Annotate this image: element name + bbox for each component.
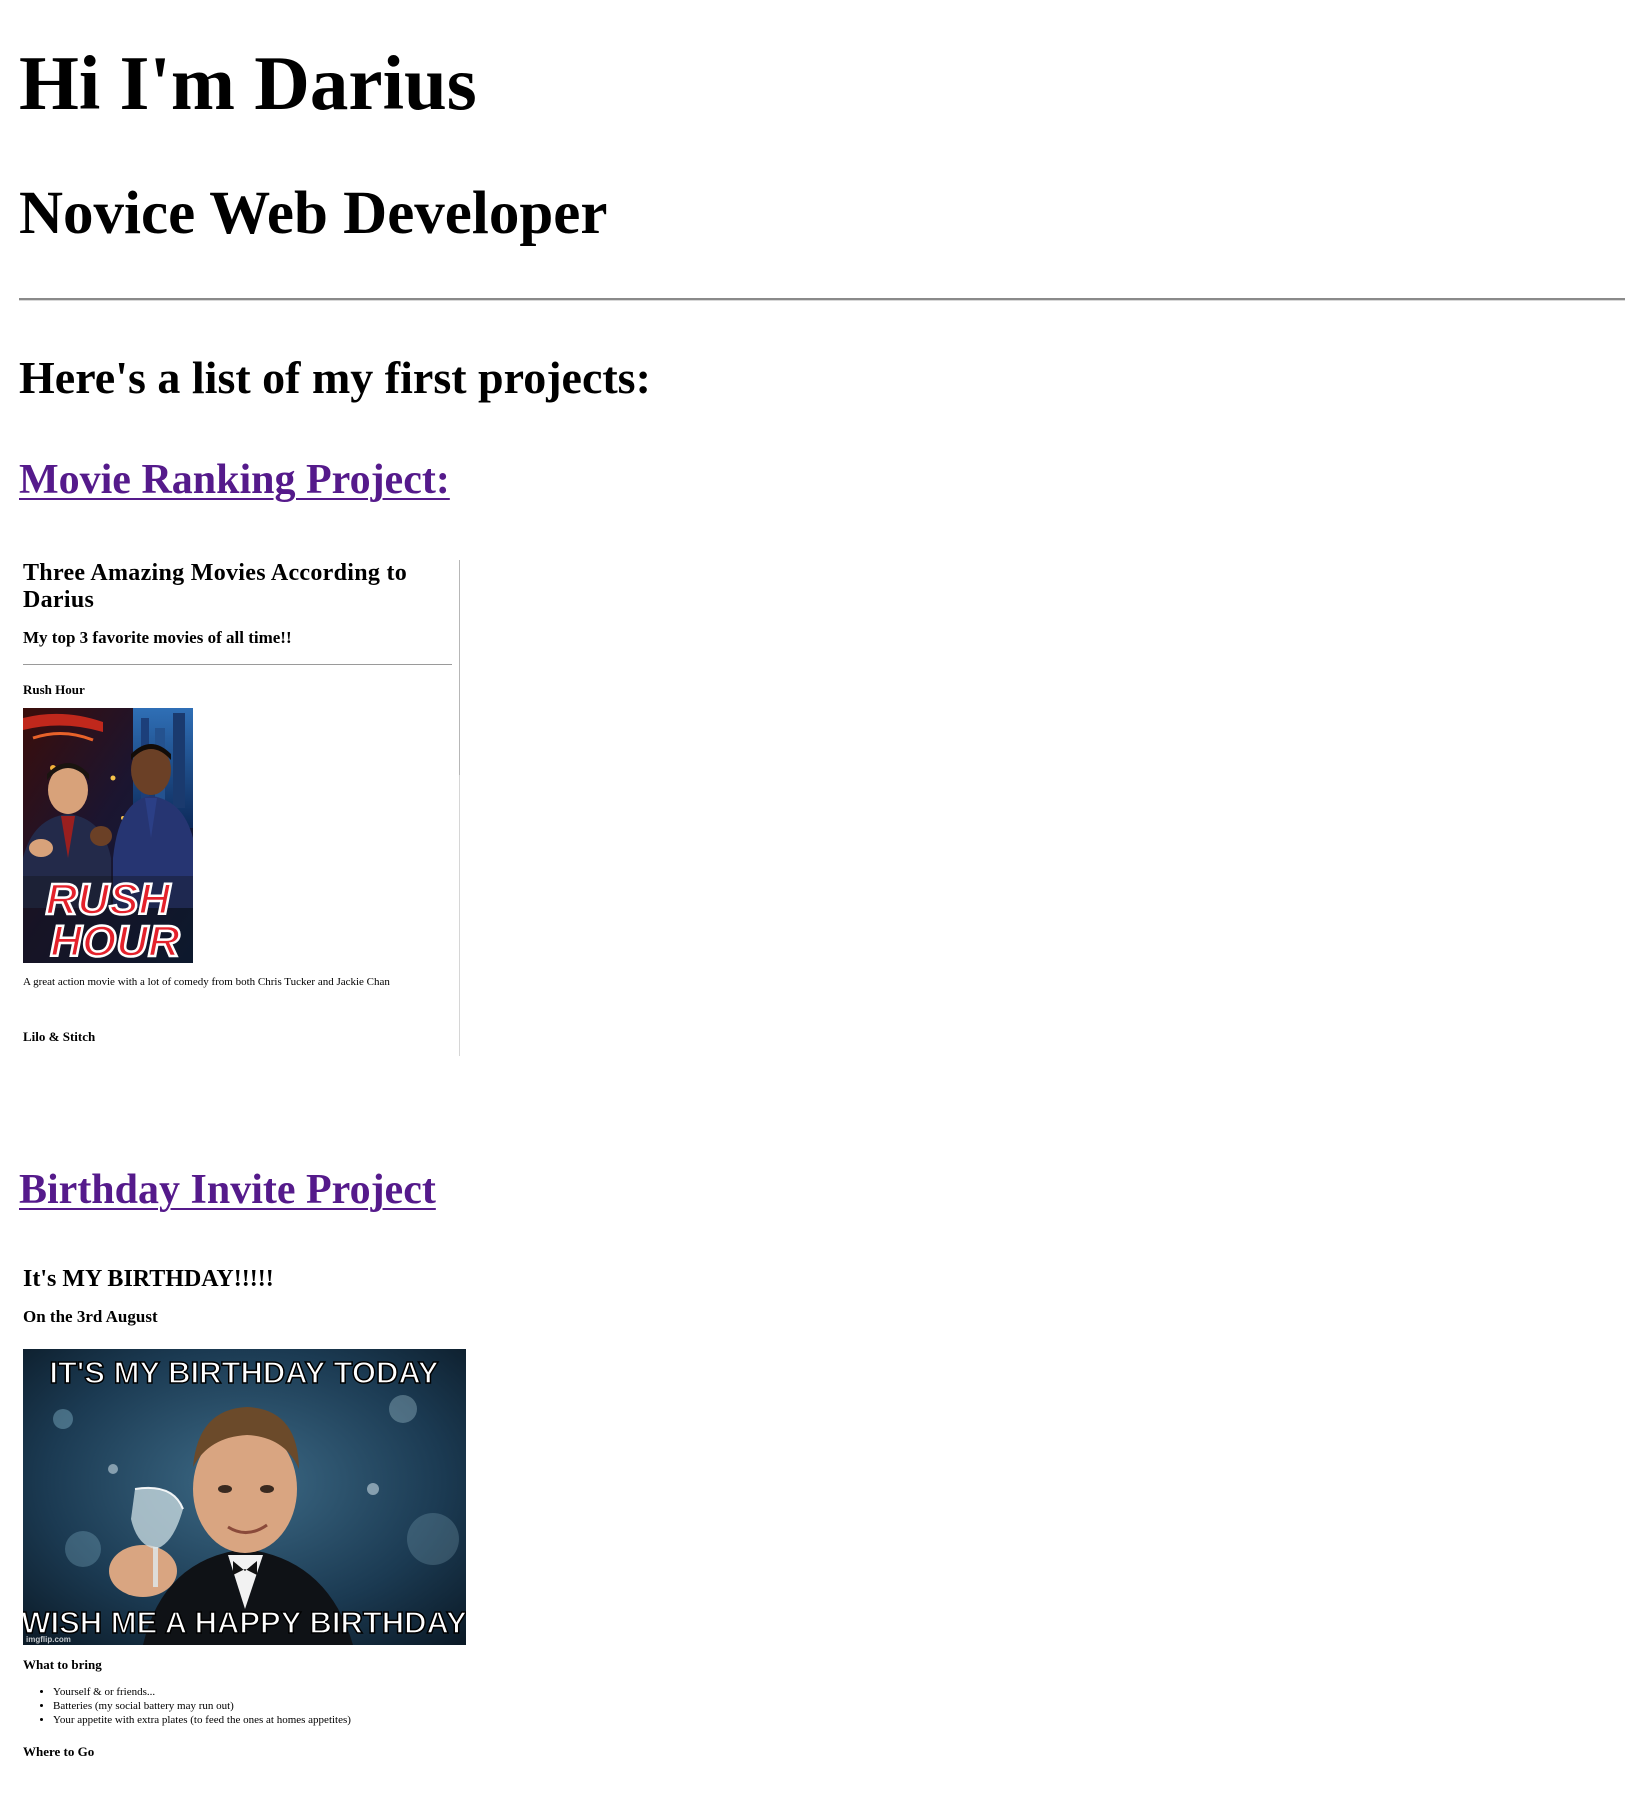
meme-watermark: imgflip.com: [26, 1635, 71, 1644]
rush-hour-poster-image: RUSH HOUR: [23, 708, 193, 963]
what-to-bring-list: Yourself & or friends... Batteries (my s…: [23, 1685, 351, 1727]
movie-preview-divider: [23, 664, 452, 665]
movie-preview-subtitle: My top 3 favorite movies of all time!!: [23, 628, 292, 647]
movie-name: Lilo & Stitch: [23, 1029, 96, 1044]
birthday-meme-image: IT'S MY BIRTHDAY TODAY WISH ME A HAPPY B…: [23, 1349, 466, 1645]
meme-bottom-text: WISH ME A HAPPY BIRTHDAY: [23, 1605, 466, 1640]
movie-preview-title: Three Amazing Movies According to Darius: [23, 560, 408, 613]
meme-top-text: IT'S MY BIRTHDAY TODAY: [49, 1355, 439, 1390]
list-item: Yourself & or friends...: [53, 1685, 351, 1699]
movie-project-link[interactable]: Movie Ranking Project:: [19, 454, 450, 506]
birthday-project-link[interactable]: Birthday Invite Project: [19, 1164, 436, 1216]
page-title: Hi I'm Darius: [19, 40, 477, 126]
movie-name: Rush Hour: [23, 682, 85, 697]
what-to-bring-heading: What to bring: [23, 1657, 102, 1672]
where-to-go-heading: Where to Go: [23, 1744, 95, 1759]
page-subtitle: Novice Web Developer: [19, 180, 608, 247]
poster-title-line2: HOUR: [50, 917, 180, 963]
list-item: Your appetite with extra plates (to feed…: [53, 1713, 351, 1727]
movie-project-preview[interactable]: Three Amazing Movies According to Darius…: [19, 560, 461, 1056]
preview-scrollbar[interactable]: [459, 560, 460, 775]
list-item: Batteries (my social battery may run out…: [53, 1699, 351, 1713]
birthday-preview-title: It's MY BIRTHDAY!!!!!: [23, 1266, 274, 1292]
birthday-date: On the 3rd August: [23, 1307, 158, 1326]
birthday-project-preview[interactable]: It's MY BIRTHDAY!!!!! On the 3rd August: [19, 1265, 489, 1797]
movie-description: A great action movie with a lot of comed…: [23, 976, 390, 988]
divider: [19, 298, 1625, 301]
projects-heading: Here's a list of my first projects:: [19, 352, 651, 403]
